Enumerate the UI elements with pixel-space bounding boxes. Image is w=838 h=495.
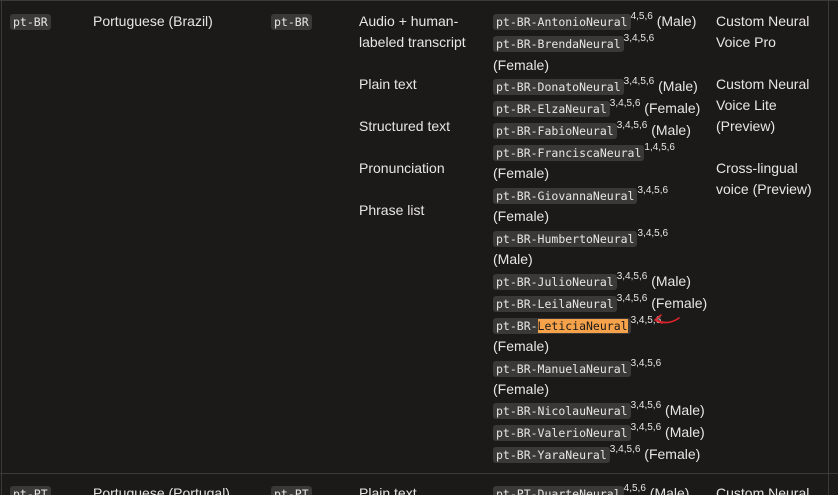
voice-footnote: 3,4,5,6 <box>630 422 662 434</box>
voice-item: pt-BR-ManuelaNeural 3,4,5,6 <box>493 358 661 379</box>
custom-voice-item: Custom Neural <box>716 76 810 92</box>
voice-footnote: 3,4,5,6 <box>630 400 662 412</box>
voice-name: pt-BR-ManuelaNeural <box>493 361 631 377</box>
voice-item: pt-PT-DuarteNeural 4,5,6 (Male) <box>493 483 689 495</box>
voice-footnote: 3,4,5,6 <box>616 120 648 132</box>
voice-item: pt-BR-GiovannaNeural 3,4,5,6 <box>493 185 668 206</box>
voice-name: pt-PT-DuarteNeural <box>493 486 624 495</box>
voice-item: pt-BR-BrendaNeural 3,4,5,6 <box>493 33 654 54</box>
voice-footnote: 4,5,6 <box>623 483 646 495</box>
locale-code: pt-PT <box>10 486 51 495</box>
locale-code: pt-BR <box>10 14 51 30</box>
text-normalization-code: pt-BR <box>271 14 312 30</box>
voice-gender: (Female) <box>493 165 550 181</box>
custom-voice-item: (Preview) <box>716 118 776 134</box>
voice-footnote: 3,4,5,6 <box>623 76 655 88</box>
voice-gender: (Female) <box>644 446 701 462</box>
voice-name: pt-BR-GiovannaNeural <box>493 188 638 204</box>
voice-item: pt-BR-YaraNeural 3,4,5,6 (Female) <box>493 444 700 465</box>
voice-item-highlighted: pt-BR-LeticiaNeural 3,4,5,6 <box>493 315 661 336</box>
voice-name: pt-BR-NicolauNeural <box>493 403 631 419</box>
table-border <box>1 0 2 495</box>
voice-gender: (Male) <box>651 273 691 289</box>
voice-gender: (Male) <box>656 13 697 29</box>
custom-voice-item: Voice Lite <box>716 97 777 113</box>
voice-gender: (Female) <box>493 208 550 224</box>
voice-gender: (Female) <box>644 100 701 116</box>
locale-code-cell: pt-BR <box>10 11 51 33</box>
voice-footnote: 3,4,5,6 <box>630 358 662 370</box>
custom-voice-item: Cross-lingual <box>716 160 798 176</box>
custom-voice-item: Custom Neural <box>716 13 810 29</box>
voice-item: pt-BR-JulioNeural 3,4,5,6 (Male) <box>493 271 691 292</box>
voice-name: pt-BR-FabioNeural <box>493 123 617 139</box>
voice-gender: (Female) <box>651 295 708 311</box>
custom-voice-item: Voice Pro <box>716 34 776 50</box>
voice-footnote: 3,4,5,6 <box>637 185 669 197</box>
voice-name: pt-BR-ElzaNeural <box>493 101 610 117</box>
locale-code-cell: pt-PT <box>10 483 51 495</box>
voice-gender: (Male) <box>665 424 705 440</box>
voice-footnote: 4,5,6 <box>630 11 653 23</box>
custom-voice-item: voice (Preview) <box>716 181 812 197</box>
training-data-item: Structured text <box>359 118 451 134</box>
row-divider <box>0 473 838 474</box>
voice-name: pt-BR-AntonioNeural <box>493 14 631 30</box>
voice-name: pt-BR-YaraNeural <box>493 447 610 463</box>
voice-footnote: 3,4,5,6 <box>637 228 669 240</box>
voice-gender: (Male) <box>493 251 533 267</box>
voice-name: pt-BR-DonatoNeural <box>493 79 624 95</box>
voice-item: pt-BR-AntonioNeural 4,5,6 (Male) <box>493 11 696 32</box>
training-data-item: Pronunciation <box>359 160 445 176</box>
search-highlight: LeticiaNeural <box>537 319 628 333</box>
text-normalization-cell: pt-BR <box>271 11 312 33</box>
voice-gender: (Male) <box>665 402 705 418</box>
language-name: Portuguese (Portugal) <box>93 485 230 495</box>
annotation-arrow-icon <box>654 314 680 324</box>
voice-gender: (Male) <box>658 78 698 94</box>
voice-item: pt-BR-ElzaNeural 3,4,5,6 (Female) <box>493 98 700 119</box>
voice-item: pt-BR-ValerioNeural 3,4,5,6 (Male) <box>493 422 705 443</box>
voice-table: pt-BR Portuguese (Brazil) pt-BR Audio + … <box>0 0 838 495</box>
voice-item: pt-BR-FranciscaNeural 1,4,5,6 <box>493 142 675 163</box>
voice-footnote: 3,4,5,6 <box>616 293 648 305</box>
voice-item: pt-BR-FabioNeural 3,4,5,6 (Male) <box>493 120 691 141</box>
voice-footnote: 3,4,5,6 <box>623 33 655 45</box>
voice-item: pt-BR-HumbertoNeural 3,4,5,6 <box>493 228 668 249</box>
voice-name: pt-BR-FranciscaNeural <box>493 145 645 161</box>
voice-gender: (Male) <box>651 122 691 138</box>
voice-footnote: 3,4,5,6 <box>616 271 648 283</box>
voice-name: pt-BR-HumbertoNeural <box>493 231 638 247</box>
training-data-item: Phrase list <box>359 202 425 218</box>
voice-name: pt-BR-LeticiaNeural <box>493 318 631 334</box>
voice-gender: (Female) <box>493 381 550 397</box>
voice-footnote: 1,4,5,6 <box>644 142 675 154</box>
voice-gender: (Male) <box>649 485 690 495</box>
voice-gender: (Female) <box>493 57 550 73</box>
training-data-item: Plain text <box>359 485 417 495</box>
voice-item: pt-BR-DonatoNeural 3,4,5,6 (Male) <box>493 76 698 97</box>
voice-footnote: 3,4,5,6 <box>609 98 641 110</box>
voice-item: pt-BR-NicolauNeural 3,4,5,6 (Male) <box>493 400 705 421</box>
voice-name: pt-BR-LeilaNeural <box>493 296 617 312</box>
voice-name: pt-BR-ValerioNeural <box>493 425 631 441</box>
training-data-item: Audio + human- <box>359 13 459 29</box>
table-border <box>828 0 829 495</box>
text-normalization-cell: pt-PT <box>271 483 312 495</box>
row-divider <box>0 0 838 1</box>
training-data-item: labeled transcript <box>359 34 466 50</box>
voice-footnote: 3,4,5,6 <box>609 444 641 456</box>
language-name: Portuguese (Brazil) <box>93 13 213 29</box>
voice-name: pt-BR-JulioNeural <box>493 274 617 290</box>
text-normalization-code: pt-PT <box>271 486 312 495</box>
voice-name: pt-BR-BrendaNeural <box>493 36 624 52</box>
custom-voice-item: Custom Neural <box>716 485 810 495</box>
voice-gender: (Female) <box>493 338 550 354</box>
training-data-item: Plain text <box>359 76 417 92</box>
